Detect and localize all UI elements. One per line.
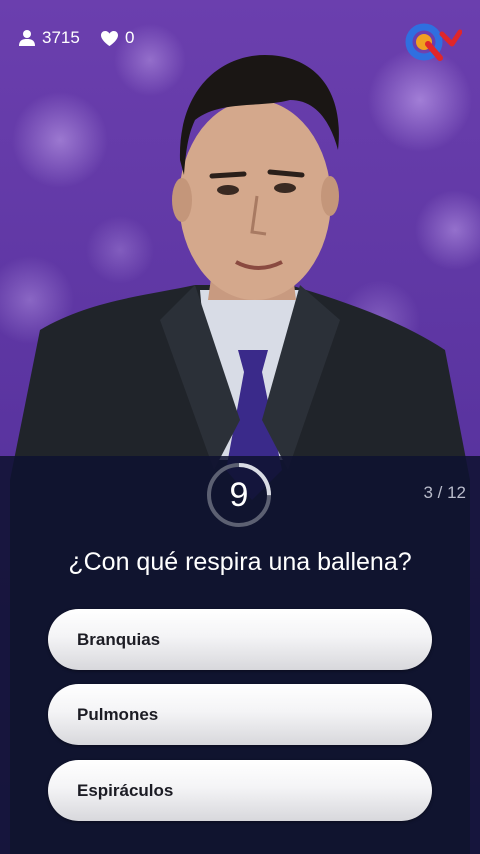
lives-count-value: 0 bbox=[125, 28, 135, 47]
host-brow-right bbox=[267, 169, 305, 178]
answer-option-label: Espiráculos bbox=[77, 780, 174, 800]
countdown-timer-value: 9 bbox=[229, 475, 249, 514]
lives-count: 0 bbox=[100, 26, 134, 50]
answer-option-1[interactable]: Branquias bbox=[48, 609, 432, 670]
host-eye-right bbox=[274, 183, 296, 193]
host-ear-right bbox=[321, 176, 339, 216]
top-bar: 3715 0 bbox=[0, 0, 480, 76]
host-eye-left bbox=[217, 185, 239, 195]
answer-option-label: Pulmones bbox=[77, 704, 159, 724]
q12-logo bbox=[405, 23, 462, 61]
answer-option-3[interactable]: Espiráculos bbox=[48, 760, 432, 821]
host-brow-left bbox=[209, 171, 247, 179]
answer-option-label: Branquias bbox=[77, 629, 161, 649]
host-ear-left bbox=[172, 178, 192, 222]
players-count-value: 3715 bbox=[42, 28, 80, 47]
heart-icon bbox=[101, 30, 118, 46]
answer-option-2[interactable]: Pulmones bbox=[48, 684, 432, 745]
person-icon bbox=[19, 30, 35, 46]
question-text: ¿Con qué respira una ballena? bbox=[68, 548, 412, 576]
players-count: 3715 bbox=[18, 26, 80, 50]
question-counter: 3 / 12 bbox=[423, 483, 466, 502]
